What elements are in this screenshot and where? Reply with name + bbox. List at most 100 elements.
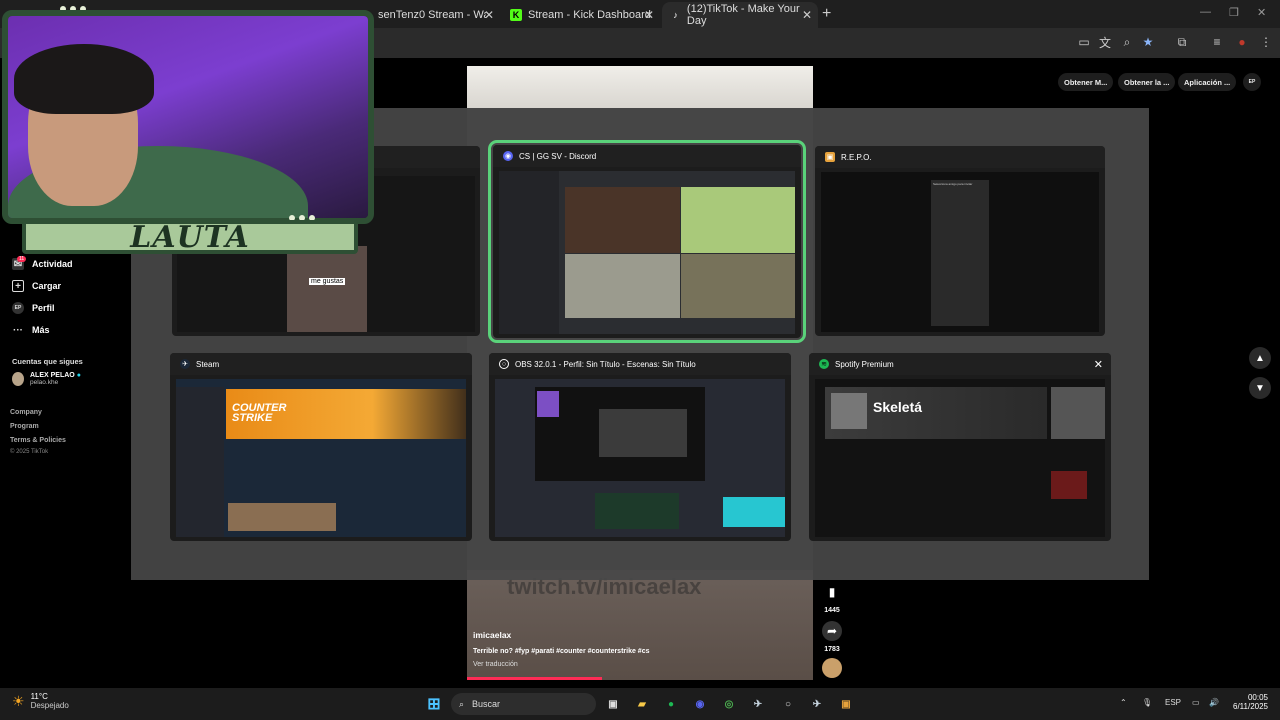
get-coins-button[interactable]: Obtener M... (1058, 73, 1114, 91)
sidebar-item-cargar[interactable]: + Cargar (12, 280, 61, 292)
file-explorer-icon[interactable]: ▰ (632, 694, 652, 714)
sidebar-item-mas[interactable]: ··· Más (12, 324, 50, 336)
button-label: Aplicación ... (1184, 77, 1231, 87)
share-icon[interactable]: ➦ (822, 621, 842, 641)
maximize-button[interactable]: ❐ (1229, 6, 1239, 19)
taskbar-search[interactable]: ⌕ Buscar (451, 693, 596, 715)
sound-avatar[interactable] (822, 658, 842, 678)
close-tab-icon[interactable]: ✕ (644, 8, 654, 22)
window-title-text: OBS 32.0.1 - Perfil: Sin Título - Escena… (515, 359, 696, 369)
tab-label: Stream - Kick Dashboard (528, 9, 651, 21)
webcam-overlay: LAUTA (0, 6, 375, 255)
repo-taskbar-icon[interactable]: ▣ (836, 694, 856, 714)
bookmark-star-icon[interactable]: ★ (1141, 35, 1155, 49)
steam-icon: ✈ (180, 359, 190, 369)
upload-icon: + (12, 280, 24, 292)
footer-company[interactable]: Company (10, 409, 42, 416)
thumb-screenshots (228, 503, 336, 531)
thumb-tile (681, 187, 795, 253)
chrome-taskbar-icon[interactable]: ◎ (719, 694, 739, 714)
profile-avatar-icon[interactable]: ● (1235, 35, 1249, 49)
search-icon: ⌕ (459, 698, 465, 709)
volume-icon[interactable]: 🔊 (1209, 698, 1219, 707)
minimize-button[interactable]: — (1200, 6, 1211, 18)
thumb-tile (565, 187, 680, 253)
zoom-icon[interactable]: ⌕ (1120, 35, 1134, 49)
window-obs[interactable]: ○ OBS 32.0.1 - Perfil: Sin Título - Esce… (489, 353, 791, 541)
window-spotify[interactable]: ≋ Spotify Premium ✕ Skeletá (809, 353, 1111, 541)
tray-chevron-icon[interactable]: ⌃ (1120, 698, 1127, 707)
steam2-taskbar-icon[interactable]: ✈ (807, 694, 827, 714)
thumb-mixer (595, 493, 679, 529)
display-icon[interactable]: ▭ (1192, 698, 1200, 707)
tab-tiktok[interactable]: ♪ (12)TikTok - Make Your Day ✕ (662, 2, 818, 28)
window-repo[interactable]: ▣ R.E.P.O. Selecciona amigo para invitar (815, 146, 1105, 336)
user-avatar[interactable]: EP (1243, 73, 1261, 91)
sidebar-item-label: Más (32, 325, 50, 335)
thumb-preview (535, 387, 705, 481)
footer-program[interactable]: Program (10, 423, 39, 430)
language-indicator[interactable]: ESP (1165, 698, 1181, 707)
new-tab-button[interactable]: + (822, 5, 831, 23)
obs-icon: ○ (499, 359, 509, 369)
windows-start-icon[interactable]: ⊞ (424, 694, 444, 714)
window-title: ◉ CS | GG SV - Discord (493, 145, 801, 167)
footer-terms[interactable]: Terms & Policies (10, 437, 66, 444)
translate-icon[interactable]: 文 (1098, 35, 1112, 50)
window-title: ✈ Steam (170, 353, 472, 375)
translate-link[interactable]: Ver traducción (473, 661, 518, 668)
discord-taskbar-icon[interactable]: ◉ (690, 694, 710, 714)
shares-count: 1783 (824, 646, 840, 653)
thumb-artist-name: Skeletá (873, 399, 923, 415)
avatar-initials: EP (1248, 79, 1256, 85)
streamer-nameplate: LAUTA (22, 220, 358, 255)
next-video-button[interactable]: ▼ (1249, 377, 1271, 399)
close-tab-icon[interactable]: ✕ (484, 8, 494, 22)
cast-icon[interactable]: ▭ (1077, 35, 1091, 49)
thumb-panel-title: Selecciona amigo para invitar (933, 182, 973, 186)
thumb-sidebar (499, 171, 559, 334)
weather-widget[interactable]: ☀ 11°C Despejado (12, 692, 69, 710)
obs-taskbar-icon[interactable]: ○ (778, 694, 798, 714)
media-icon[interactable]: ≡ (1210, 35, 1224, 49)
window-discord[interactable]: ◉ CS | GG SV - Discord (488, 140, 806, 343)
thumb-tile (681, 254, 795, 318)
webcam-frame (2, 10, 374, 224)
window-title-text: Spotify Premium (835, 359, 894, 369)
steam-taskbar-icon[interactable]: ✈ (748, 694, 768, 714)
menu-icon[interactable]: ⋮ (1259, 35, 1273, 49)
avatar (12, 372, 24, 386)
task-view-icon[interactable]: ▣ (603, 694, 623, 714)
clock[interactable]: 00:05 6/11/2025 (1224, 693, 1268, 711)
window-steam[interactable]: ✈ Steam COUNTER STRIKE (170, 353, 472, 541)
tiktok-icon: ♪ (673, 10, 678, 20)
weather-icon: ☀ (12, 692, 25, 709)
previous-video-button[interactable]: ▲ (1249, 347, 1271, 369)
window-title: ≋ Spotify Premium (809, 353, 1111, 375)
bookmark-icon[interactable]: ▮ (822, 582, 842, 602)
sidebar-item-label: Cargar (32, 281, 62, 291)
thumb-album-red (1051, 471, 1087, 499)
window-title: ▣ R.E.P.O. (815, 146, 1105, 168)
extensions-icon[interactable]: ⧉ (1175, 35, 1189, 49)
tab-kick[interactable]: K Stream - Kick Dashboard ✕ (502, 2, 660, 28)
video-progress[interactable] (467, 677, 602, 680)
window-title-text: CS | GG SV - Discord (519, 151, 597, 161)
microphone-icon[interactable]: 🎙 (1142, 698, 1152, 707)
thumb-tile (565, 254, 680, 318)
weather-desc: Despejado (30, 701, 69, 710)
tab-twitch[interactable]: senTenz0 Stream - Watch Live ✕ (370, 2, 500, 28)
spotify-taskbar-icon[interactable]: ● (661, 694, 681, 714)
following-account[interactable]: ALEX PELAO ● pelao.khe (12, 372, 81, 386)
video-author[interactable]: imicaelax (473, 630, 511, 640)
following-title: Cuentas que sigues (12, 357, 83, 366)
close-tab-icon[interactable]: ✕ (802, 8, 812, 22)
desktop-app-button[interactable]: Aplicación ... (1178, 73, 1237, 91)
sidebar-item-perfil[interactable]: EP Perfil (12, 302, 55, 314)
discord-icon: ◉ (503, 151, 513, 161)
thumb-banner-text: COUNTER STRIKE (232, 402, 287, 424)
get-app-button[interactable]: Obtener la ... (1118, 73, 1176, 91)
clock-time: 00:05 (1247, 693, 1268, 702)
close-window-button[interactable]: ✕ (1257, 6, 1266, 19)
close-window-icon[interactable]: ✕ (1094, 358, 1103, 371)
